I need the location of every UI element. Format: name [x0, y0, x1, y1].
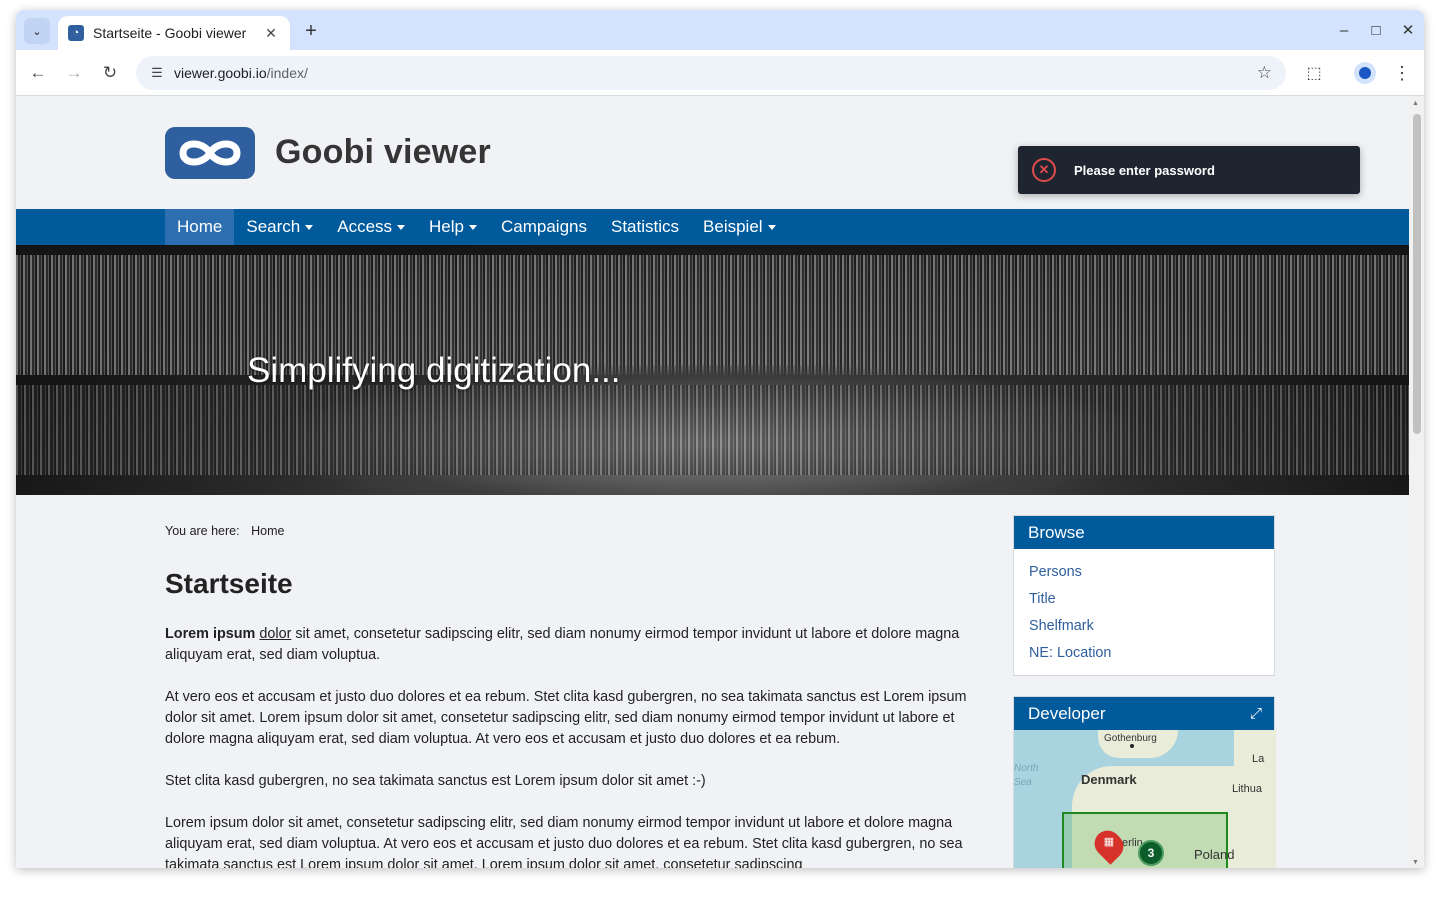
- minimize-icon[interactable]: –: [1328, 10, 1360, 50]
- chevron-down-icon: ⌄: [32, 25, 42, 38]
- hero-banner: Simplifying digitization...: [16, 245, 1409, 495]
- caret-down-icon: [305, 224, 314, 230]
- content-link[interactable]: dolor: [259, 626, 291, 642]
- kebab-menu-icon[interactable]: ⋮: [1392, 61, 1412, 85]
- extensions-puzzle-icon[interactable]: ⬚: [1302, 61, 1326, 85]
- browser-toolbar: ← → ↻ ☰ viewer.goobi.io/index/ ☆ ⬚ ⋮: [16, 50, 1424, 96]
- tab-close-icon[interactable]: ✕: [262, 25, 280, 42]
- url-path: /index/: [266, 65, 308, 81]
- goobi-logo-icon[interactable]: [165, 127, 255, 179]
- nav-label: Statistics: [611, 217, 680, 236]
- library-shelves-image: [16, 255, 1409, 375]
- nav-item-beispiel[interactable]: Beispiel: [691, 209, 788, 245]
- browser-window: ⌄ ◔ Startseite - Goobi viewer ✕ + – □ ✕ …: [16, 10, 1424, 868]
- url-host: viewer.goobi.io: [174, 65, 267, 81]
- back-arrow-icon[interactable]: ←: [26, 61, 50, 85]
- main-navigation: Home Search Access Help Campaigns Statis…: [16, 209, 1409, 245]
- expand-icon[interactable]: ⤢: [1250, 705, 1262, 722]
- goobi-favicon-icon: ◔: [68, 25, 84, 41]
- address-bar[interactable]: ☰ viewer.goobi.io/index/ ☆: [136, 56, 1286, 90]
- site-logo-text[interactable]: Goobi viewer: [275, 133, 491, 172]
- map-label-poland: Poland: [1194, 847, 1235, 862]
- widget-heading: Developer ⤢: [1014, 697, 1274, 730]
- page-scrollbar[interactable]: ▲ ▼: [1409, 96, 1424, 868]
- nav-label: Beispiel: [703, 217, 763, 236]
- nav-item-help[interactable]: Help: [417, 209, 489, 245]
- map-label-gothenburg: Gothenburg: [1104, 733, 1157, 744]
- site-info-icon[interactable]: ☰: [142, 65, 172, 81]
- content-paragraph: Lorem ipsum dolor sit amet, consetetur s…: [165, 624, 975, 666]
- nav-item-access[interactable]: Access: [325, 209, 417, 245]
- scroll-down-icon[interactable]: ▼: [1412, 859, 1419, 866]
- error-x-icon: ✕: [1032, 158, 1056, 182]
- map-cluster-marker[interactable]: 3: [1138, 840, 1164, 866]
- map-view[interactable]: Gothenburg Denmark North Sea La Lithua e…: [1014, 730, 1276, 868]
- hero-tagline: Simplifying digitization...: [247, 351, 621, 390]
- forward-arrow-icon[interactable]: →: [62, 61, 86, 85]
- building-icon: ▦: [1103, 836, 1115, 848]
- new-tab-plus-icon[interactable]: +: [299, 19, 323, 43]
- nav-label: Help: [429, 217, 464, 236]
- site-header: Goobi viewer ✕ Please enter password: [16, 96, 1409, 209]
- window-controls: – □ ✕: [1328, 10, 1424, 50]
- scroll-up-icon[interactable]: ▲: [1412, 100, 1419, 107]
- bookmark-star-icon[interactable]: ☆: [1257, 63, 1272, 83]
- map-label-lithuania: Lithua: [1232, 783, 1262, 795]
- content-paragraph: Lorem ipsum dolor sit amet, consetetur s…: [165, 815, 963, 868]
- profile-avatar-icon[interactable]: [1354, 62, 1376, 84]
- maximize-icon[interactable]: □: [1360, 10, 1392, 50]
- scrollbar-thumb[interactable]: [1413, 114, 1421, 434]
- map-label-la: La: [1252, 753, 1265, 765]
- bold-text: Lorem ipsum: [165, 626, 256, 642]
- developer-widget: Developer ⤢ Gothenburg Denmark North Sea…: [1013, 696, 1276, 868]
- caret-down-icon: [469, 224, 477, 230]
- caret-down-icon: [767, 224, 776, 230]
- browse-link-title[interactable]: Title: [1029, 586, 1274, 613]
- nav-label: Home: [177, 217, 223, 236]
- toast-message: Please enter password: [1074, 162, 1215, 178]
- error-toast[interactable]: ✕ Please enter password: [1018, 146, 1360, 194]
- nav-item-campaigns[interactable]: Campaigns: [489, 209, 599, 245]
- map-label-denmark: Denmark: [1081, 772, 1137, 787]
- browse-link-location[interactable]: NE: Location: [1029, 640, 1274, 667]
- breadcrumb: You are here: Home: [165, 524, 284, 538]
- main-content: Lorem ipsum dolor sit amet, consetetur s…: [165, 624, 975, 868]
- breadcrumb-home[interactable]: Home: [251, 524, 284, 538]
- browse-widget: Browse Persons Title Shelfmark NE: Locat…: [1013, 515, 1275, 676]
- tab-search-button[interactable]: ⌄: [24, 18, 50, 44]
- nav-item-home[interactable]: Home: [165, 209, 235, 245]
- nav-label: Access: [337, 217, 393, 236]
- developer-title: Developer: [1028, 703, 1106, 723]
- nav-item-statistics[interactable]: Statistics: [599, 209, 691, 245]
- url-text: viewer.goobi.io/index/: [174, 65, 308, 81]
- browse-link-persons[interactable]: Persons: [1029, 559, 1274, 586]
- close-window-icon[interactable]: ✕: [1392, 10, 1424, 50]
- nav-item-search[interactable]: Search: [234, 209, 325, 245]
- reload-icon[interactable]: ↻: [98, 61, 122, 85]
- tab-title: Startseite - Goobi viewer: [93, 25, 247, 41]
- caret-down-icon: [397, 224, 406, 230]
- nav-label: Campaigns: [501, 217, 587, 236]
- city-dot: [1130, 744, 1134, 748]
- page-title: Startseite: [165, 568, 293, 599]
- page-viewport: Goobi viewer ✕ Please enter password Hom…: [16, 96, 1409, 868]
- breadcrumb-prefix: You are here:: [165, 524, 240, 538]
- browse-link-shelfmark[interactable]: Shelfmark: [1029, 613, 1274, 640]
- browser-tab-active[interactable]: ◔ Startseite - Goobi viewer ✕: [58, 16, 290, 50]
- map-label-north-sea: North Sea: [1014, 763, 1039, 788]
- content-paragraph: At vero eos et accusam et justo duo dolo…: [165, 689, 967, 747]
- content-paragraph: Stet clita kasd gubergren, no sea takima…: [165, 773, 706, 789]
- library-lower-shelves-image: [16, 385, 1409, 475]
- tab-strip: ⌄ ◔ Startseite - Goobi viewer ✕ + – □ ✕: [16, 10, 1424, 50]
- nav-label: Search: [246, 217, 301, 236]
- widget-heading: Browse: [1014, 516, 1274, 549]
